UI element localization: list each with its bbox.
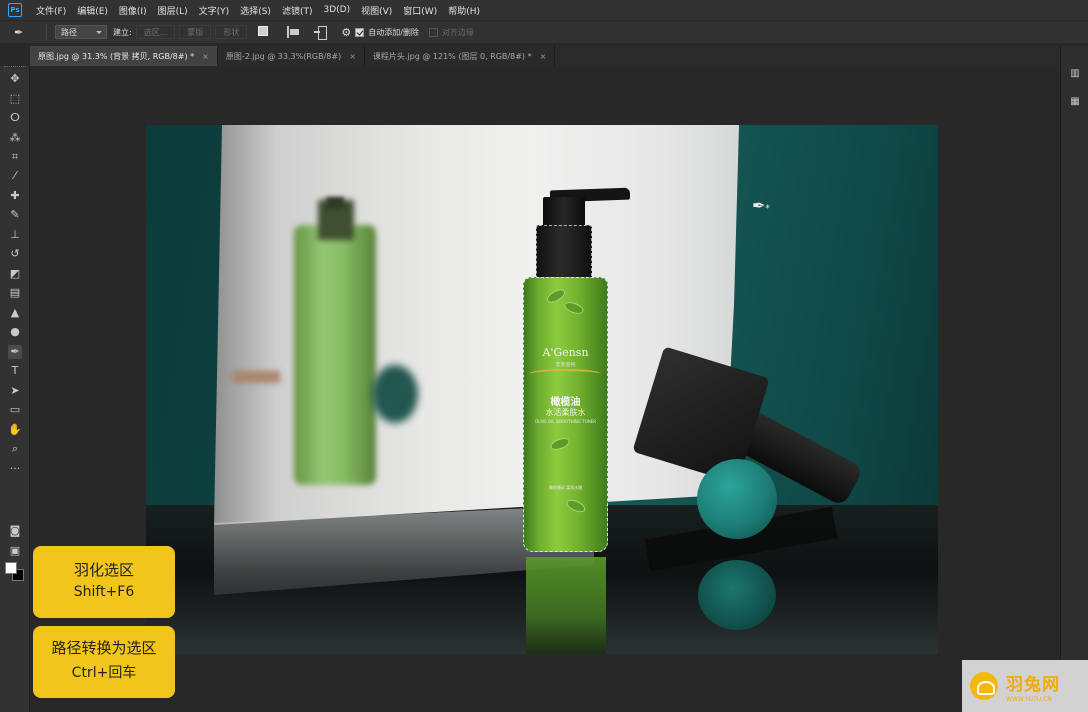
path-operations-icon[interactable] xyxy=(258,26,272,38)
bottle-brand: A'Gensn xyxy=(542,346,589,359)
tab-document-3[interactable]: 课程片头.jpg @ 121% (图层 0, RGB/8#) * × xyxy=(365,46,556,66)
bottle-product-desc: 水活柔肤水 xyxy=(545,408,586,417)
crop-tool-icon[interactable]: ⌗ xyxy=(8,150,22,164)
eraser-tool-icon[interactable]: ◩ xyxy=(8,267,22,281)
gradient-tool-icon[interactable]: ▤ xyxy=(8,286,22,300)
gold-swoosh xyxy=(529,369,601,379)
brush-tool-icon[interactable]: ✎ xyxy=(8,208,22,222)
make-selection-button[interactable]: 选区... xyxy=(135,25,176,39)
type-tool-icon[interactable]: T xyxy=(8,364,22,378)
callout-title: 羽化选区 xyxy=(73,561,134,579)
make-mask-button[interactable]: 蒙版 xyxy=(179,25,212,39)
healing-brush-tool-icon[interactable]: ✚ xyxy=(8,189,22,203)
pen-tool-icon[interactable]: ✒ xyxy=(8,345,22,359)
pen-tool-icon[interactable]: ✒ xyxy=(14,26,38,39)
align-edges-checkbox[interactable] xyxy=(428,27,438,37)
bottle-reflection xyxy=(526,557,606,654)
menu-window[interactable]: 窗口(W) xyxy=(403,4,437,17)
tab-document-2[interactable]: 原图-2.jpg @ 33.3%(RGB/8#) × xyxy=(218,46,365,66)
blurred-bottle-pump xyxy=(326,197,344,209)
bottle-foot-text: 橄榄臻采 柔润水嫩 xyxy=(548,485,583,490)
foreground-color-swatch[interactable] xyxy=(5,562,17,574)
panel-icon[interactable]: ▦ xyxy=(1068,96,1082,110)
move-tool-icon[interactable]: ✥ xyxy=(8,72,22,86)
menu-edit[interactable]: 编辑(E) xyxy=(77,4,108,17)
tools-panel: ✥ ⬚ ⵔ ⁂ ⌗ ⁄ ✚ ✎ ⊥ ↺ ◩ ▤ ▲ ● ✒ T ➤ ▭ ✋ ⌕ ··· ◙ ▣ xyxy=(0,66,30,712)
pen-cursor-icon: ✒* xyxy=(752,196,770,215)
site-watermark: 羽兔网 WWW.YUTU.CN xyxy=(962,660,1088,712)
teal-ball xyxy=(697,459,777,539)
screen-mode-icon[interactable]: ▣ xyxy=(8,544,22,558)
path-alignment-icon[interactable] xyxy=(286,26,300,38)
frosted-glass-panel xyxy=(214,125,739,525)
bottle-neck xyxy=(536,225,592,279)
dodge-tool-icon[interactable]: ● xyxy=(8,325,22,339)
watermark-url: WWW.YUTU.CN xyxy=(1006,695,1052,703)
menu-image[interactable]: 图像(I) xyxy=(119,4,147,17)
more-tools-icon[interactable]: ··· xyxy=(8,462,22,476)
menu-3d[interactable]: 3D(D) xyxy=(323,5,350,15)
hand-tool-icon[interactable]: ✋ xyxy=(8,423,22,437)
ball-reflection xyxy=(698,560,776,630)
blurred-object xyxy=(232,371,280,383)
panel-grip[interactable] xyxy=(4,66,26,70)
callout-title: 路径转换为选区 xyxy=(51,639,157,657)
tab-label: 原图.jpg @ 31.3% (背景 拷贝, RGB/8#) * xyxy=(38,51,195,61)
lasso-tool-icon[interactable]: ⵔ xyxy=(8,111,22,125)
panel-icon[interactable]: ▥ xyxy=(1068,68,1082,82)
blurred-bottle xyxy=(294,225,376,485)
close-icon[interactable]: × xyxy=(202,52,209,61)
menu-view[interactable]: 视图(V) xyxy=(361,4,392,17)
shape-tool-icon[interactable]: ▭ xyxy=(8,403,22,417)
quick-mask-icon[interactable]: ◙ xyxy=(8,524,22,538)
watermark-name: 羽兔网 xyxy=(1006,674,1060,695)
feather-selection-callout: 羽化选区 Shift+F6 xyxy=(33,546,175,618)
history-brush-tool-icon[interactable]: ↺ xyxy=(8,247,22,261)
pen-mode-select[interactable]: 路径 xyxy=(55,25,107,39)
menu-layer[interactable]: 图层(L) xyxy=(158,4,188,17)
callout-shortcut: Ctrl+回车 xyxy=(71,665,137,681)
menu-filter[interactable]: 滤镜(T) xyxy=(282,4,313,17)
zoom-tool-icon[interactable]: ⌕ xyxy=(8,442,22,456)
magic-wand-tool-icon[interactable]: ⁂ xyxy=(8,131,22,145)
make-shape-button[interactable]: 形状 xyxy=(215,25,248,39)
document-tabs: 原图.jpg @ 31.3% (背景 拷贝, RGB/8#) * × 原图-2.… xyxy=(30,46,1060,66)
blur-tool-icon[interactable]: ▲ xyxy=(8,306,22,320)
eyedropper-tool-icon[interactable]: ⁄ xyxy=(8,169,22,183)
menu-help[interactable]: 帮助(H) xyxy=(448,4,480,17)
make-label: 建立: xyxy=(113,27,132,37)
menu-type[interactable]: 文字(Y) xyxy=(199,4,230,17)
menu-bar: Ps 文件(F) 编辑(E) 图像(I) 图层(L) 文字(Y) 选择(S) 滤… xyxy=(0,0,1088,20)
clone-stamp-tool-icon[interactable]: ⊥ xyxy=(8,228,22,242)
menu-select[interactable]: 选择(S) xyxy=(240,4,271,17)
path-selection-tool-icon[interactable]: ➤ xyxy=(8,384,22,398)
bottle-product-english: OLIVE OIL SMOOTHING TONER xyxy=(534,419,597,424)
options-bar: ✒ 路径 建立: 选区... 蒙版 形状 ⚙ 自动添加/删除 对齐边缘 xyxy=(0,20,1088,44)
close-icon[interactable]: × xyxy=(540,52,547,61)
tab-document-1[interactable]: 原图.jpg @ 31.3% (背景 拷贝, RGB/8#) * × xyxy=(30,46,218,66)
divider xyxy=(46,24,47,40)
rabbit-logo-icon xyxy=(970,672,998,700)
path-to-selection-callout: 路径转换为选区 Ctrl+回车 xyxy=(33,626,175,698)
path-arrangement-icon[interactable] xyxy=(314,26,328,40)
callout-shortcut: Shift+F6 xyxy=(73,584,135,600)
photoshop-logo-icon[interactable]: Ps xyxy=(8,3,22,17)
close-icon[interactable]: × xyxy=(349,52,356,61)
tab-label: 原图-2.jpg @ 33.3%(RGB/8#) xyxy=(225,51,342,61)
right-panel-strip: ▥ ▦ xyxy=(1060,46,1088,712)
align-edges-label: 对齐边缘 xyxy=(441,27,474,37)
gear-icon[interactable]: ⚙ xyxy=(341,26,351,39)
marquee-tool-icon[interactable]: ⬚ xyxy=(8,92,22,106)
auto-add-delete-checkbox[interactable] xyxy=(355,27,365,37)
menu-file[interactable]: 文件(F) xyxy=(36,4,66,17)
auto-add-delete-label: 自动添加/删除 xyxy=(368,27,419,37)
product-photo[interactable]: A'Gensn 安安金纯 橄榄油 水活柔肤水 OLIVE OIL SMOOTHI… xyxy=(146,125,938,654)
blurred-ball xyxy=(372,365,418,423)
bottle-brand-sub: 安安金纯 xyxy=(555,362,576,368)
bottle-product-name: 橄榄油 xyxy=(550,397,581,408)
tab-label: 课程片头.jpg @ 121% (图层 0, RGB/8#) * xyxy=(372,51,532,61)
